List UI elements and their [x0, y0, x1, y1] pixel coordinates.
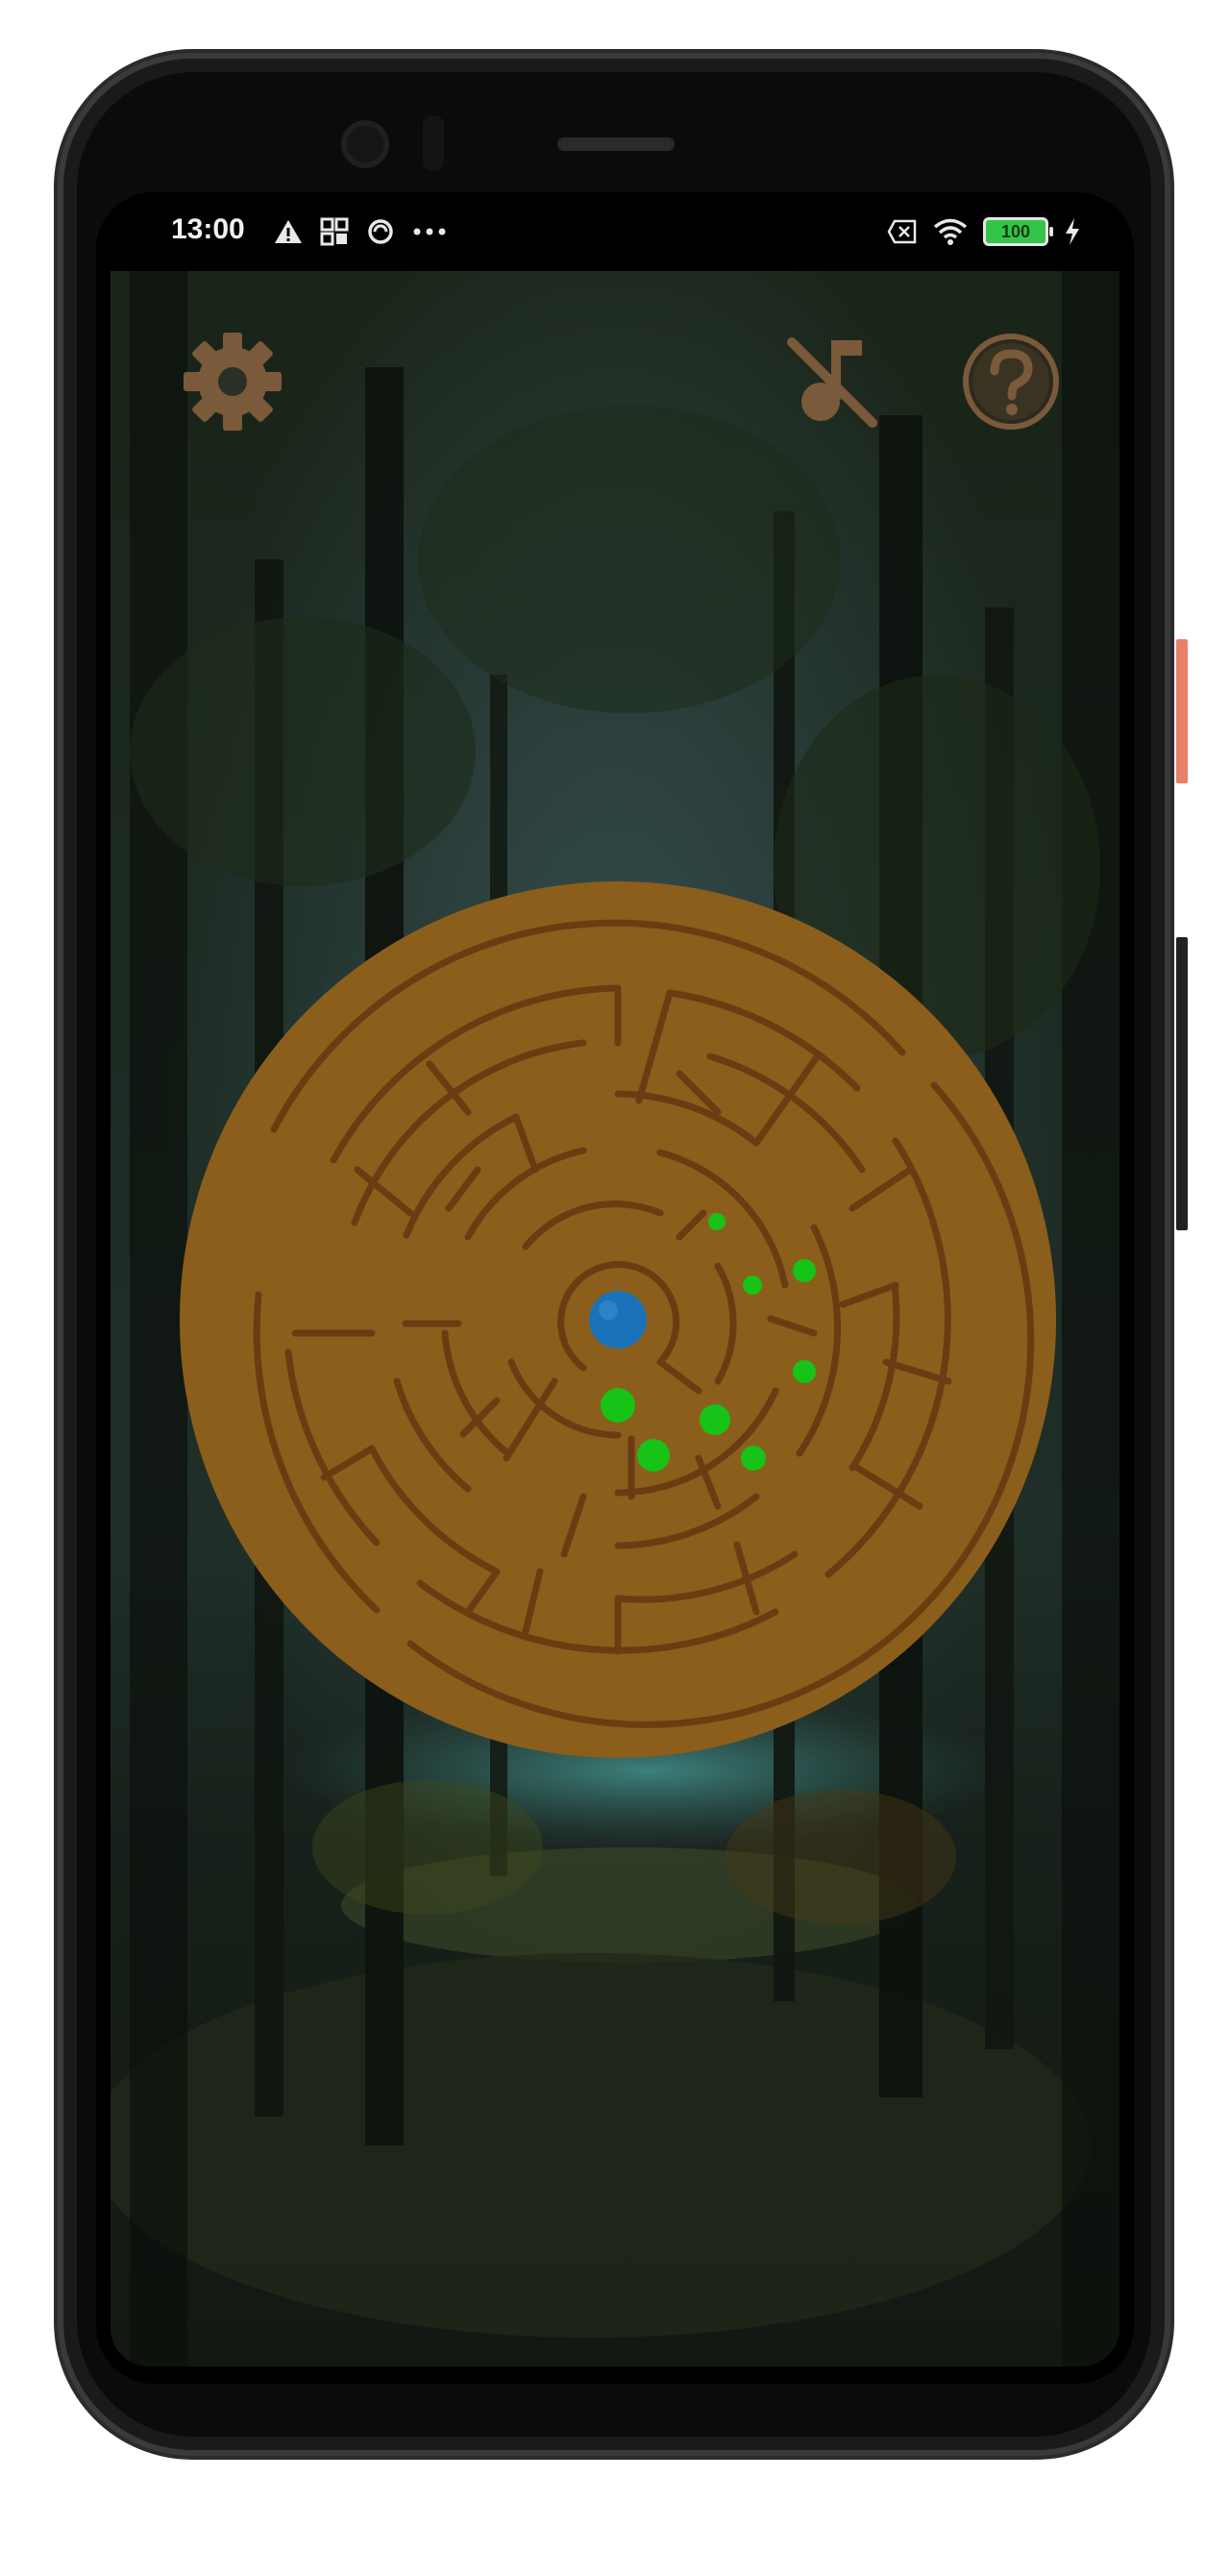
collectible-dot: [793, 1259, 816, 1282]
battery-icon: 100: [983, 217, 1053, 246]
battery-level: 100: [1000, 221, 1031, 241]
wifi-icon: [933, 218, 968, 245]
status-system-icons: 100: [887, 213, 1081, 250]
gear-icon[interactable]: [180, 329, 285, 434]
power-button[interactable]: [1176, 639, 1188, 783]
more-dots-icon: [413, 228, 446, 235]
status-notification-icons: [274, 213, 447, 250]
collectible-dot: [793, 1360, 816, 1383]
player-ball[interactable]: [589, 1291, 647, 1349]
player-ball-highlight: [599, 1300, 618, 1320]
collectible-dot: [601, 1388, 635, 1423]
help-icon[interactable]: [958, 329, 1064, 434]
earpiece-speaker: [557, 137, 675, 151]
qr-grid-icon: [320, 217, 349, 246]
charging-icon: [1066, 218, 1079, 245]
data-saver-icon: [368, 219, 393, 244]
volume-button[interactable]: [1176, 937, 1188, 1230]
screen: 13:00 100: [96, 192, 1134, 2384]
no-sim-icon: [887, 219, 917, 244]
collectible-dot: [743, 1276, 762, 1295]
warning-icon: [275, 220, 302, 243]
maze-board[interactable]: [180, 881, 1056, 1758]
status-time: 13:00: [171, 213, 245, 245]
collectible-dot: [637, 1439, 670, 1472]
collectible-dot: [741, 1446, 766, 1471]
music-off-icon[interactable]: [778, 329, 884, 434]
device-frame: 13:00 100: [0, 0, 1230, 2576]
front-camera: [341, 120, 389, 168]
collectible-dot: [700, 1404, 730, 1435]
game-screen[interactable]: [111, 271, 1119, 2366]
proximity-sensor: [423, 115, 444, 171]
status-bar: 13:00 100: [96, 192, 1134, 271]
collectible-dot: [708, 1213, 726, 1230]
